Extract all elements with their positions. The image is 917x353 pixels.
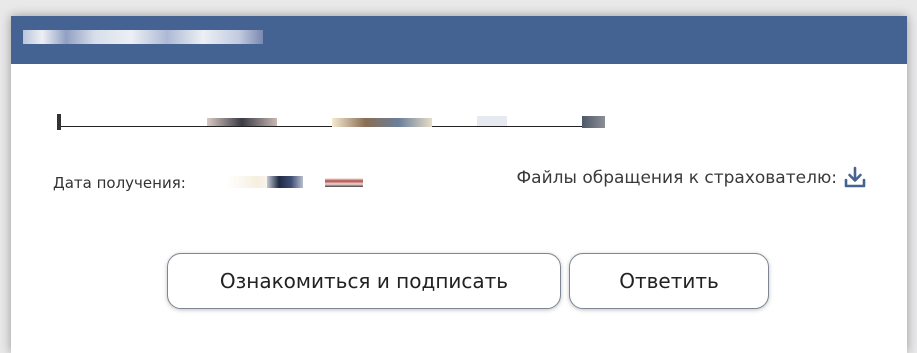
- download-icon[interactable]: [843, 166, 867, 190]
- dialog-window: Дата получения: Файлы обращения к страхо…: [11, 16, 907, 353]
- received-date-label: Дата получения:: [53, 174, 186, 192]
- complaint-files-label: Файлы обращения к страхователю:: [516, 168, 837, 188]
- header-bar: [11, 16, 907, 64]
- redacted-received-date: [227, 176, 367, 188]
- review-and-sign-button[interactable]: Ознакомиться и подписать: [167, 253, 561, 309]
- reply-button[interactable]: Ответить: [569, 253, 769, 309]
- complaint-files: Файлы обращения к страхователю:: [517, 166, 867, 190]
- redacted-title: [23, 30, 263, 44]
- redacted-document-name: [57, 114, 605, 130]
